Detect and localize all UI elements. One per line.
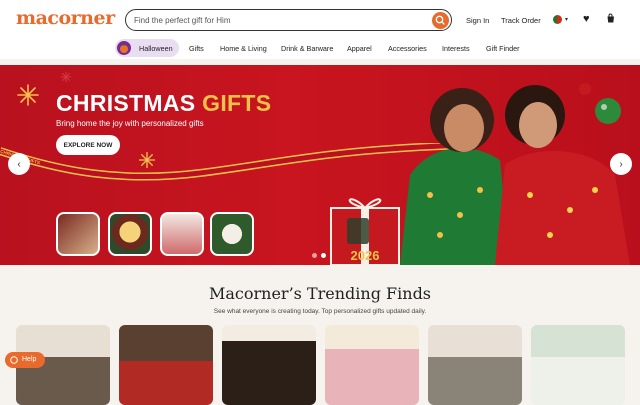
nav-item-gift-finder[interactable]: Gift Finder — [486, 44, 520, 53]
section-subtitle: See what everyone is creating today. Top… — [213, 308, 427, 315]
section-title: Macorner’s Trending Finds — [208, 284, 432, 303]
help-label: Help — [22, 356, 37, 363]
hero-title-white: CHRISTMAS — [56, 90, 203, 116]
thumbnail-ornament-1[interactable] — [56, 212, 100, 256]
thumbnail-ornament-2[interactable] — [108, 212, 152, 256]
thumbnail-ornament-3[interactable] — [160, 212, 204, 256]
chevron-down-icon[interactable]: ▾ — [565, 16, 568, 23]
site-header: macorner Sign In Track Order ▾ ♥ — [0, 0, 640, 40]
nav-item-halloween[interactable]: Halloween — [115, 39, 179, 57]
product-card-3[interactable] — [222, 325, 316, 405]
carousel-dot-2[interactable] — [321, 253, 326, 258]
hero-subtitle: Bring home the joy with personalized gif… — [56, 119, 204, 128]
carousel-dot-1[interactable] — [312, 253, 317, 258]
category-nav: Halloween Gifts Home & Living Drink & Ba… — [0, 37, 640, 59]
hero-photo-people — [400, 83, 630, 265]
chevron-right-icon: › — [619, 158, 623, 170]
sign-in-link[interactable]: Sign In — [466, 16, 489, 25]
nav-item-accessories[interactable]: Accessories — [388, 44, 427, 53]
hero-title-gold: GIFTS — [202, 90, 272, 116]
logo[interactable]: macorner — [16, 7, 115, 29]
heart-icon[interactable]: ♥ — [583, 13, 590, 25]
nav-item-drink-barware[interactable]: Drink & Barware — [281, 44, 333, 53]
help-button[interactable]: Help — [5, 352, 45, 368]
snowflake-icon — [60, 71, 72, 83]
nav-item-interests[interactable]: Interests — [442, 44, 470, 53]
nav-item-home-living[interactable]: Home & Living — [220, 44, 267, 53]
hero-banner[interactable]: CHRISTMAS GIFTS Bring home the joy with … — [0, 65, 640, 265]
snowflake-icon — [17, 84, 39, 106]
product-card-4[interactable] — [325, 325, 419, 405]
gift-box-image: 2026 — [330, 198, 400, 265]
product-card-6[interactable] — [531, 325, 625, 405]
halloween-icon — [117, 41, 131, 55]
thumbnail-ornament-4[interactable] — [210, 212, 254, 256]
chevron-left-icon: ‹ — [17, 158, 21, 170]
track-order-link[interactable]: Track Order — [501, 16, 541, 25]
carousel-prev-button[interactable]: ‹ — [8, 153, 30, 175]
gift-year: 2026 — [351, 248, 380, 263]
search-input[interactable] — [134, 13, 424, 27]
flag-icon[interactable] — [553, 15, 562, 24]
search-button[interactable] — [432, 11, 449, 29]
carousel-next-button[interactable]: › — [610, 153, 632, 175]
nav-item-apparel[interactable]: Apparel — [347, 44, 372, 53]
search-bar — [125, 9, 452, 31]
product-card-5[interactable] — [428, 325, 522, 405]
search-icon — [435, 15, 445, 25]
hero-title: CHRISTMAS GIFTS — [56, 90, 271, 117]
nav-label: Halloween — [139, 44, 173, 53]
product-card-2[interactable] — [119, 325, 213, 405]
cart-icon[interactable] — [605, 13, 616, 24]
nav-item-gifts[interactable]: Gifts — [189, 44, 204, 53]
help-icon — [10, 356, 18, 364]
